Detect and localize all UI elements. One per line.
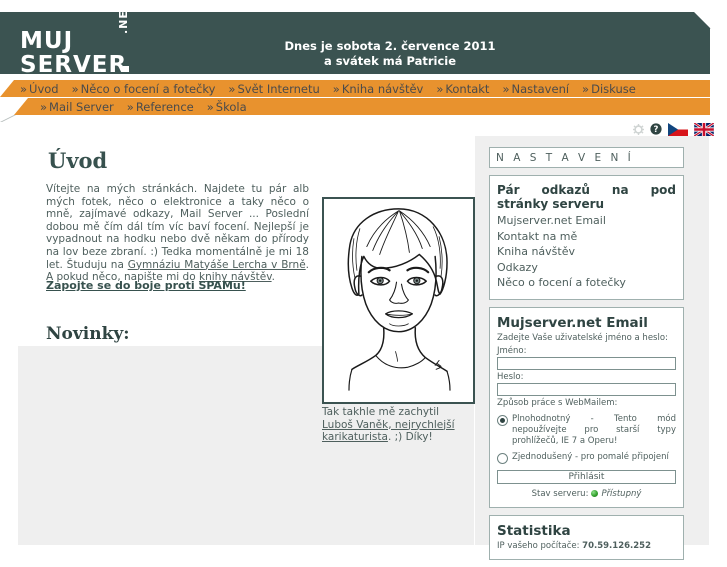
- server-status-value: Přístupný: [601, 488, 642, 499]
- nav-label: Reference: [135, 99, 194, 114]
- ip-line: IP vašeho počítače: 70.59.126.252: [497, 541, 676, 551]
- server-status-label: Stav serveru:: [531, 488, 589, 499]
- chevron-icon: »: [126, 99, 134, 114]
- help-icon[interactable]: ?: [650, 123, 662, 135]
- date-line-1: Dnes je sobota 2. července 2011: [284, 39, 496, 53]
- password-input[interactable]: [497, 382, 676, 396]
- radio-simple-label: Zjednodušený - pro pomalé připojení: [512, 451, 669, 462]
- sidebar-link-kontakt[interactable]: Kontakt na mě: [497, 229, 676, 245]
- logo-line-1: MUJ: [20, 28, 74, 54]
- email-login-panel: Mujserver.net Email Zadejte Vaše uživate…: [489, 306, 684, 508]
- anti-spam-link[interactable]: Zapojte se do boje proti SPAMu!: [46, 279, 246, 292]
- radio-full-input[interactable]: [497, 414, 508, 426]
- logo-line-2: SERVER: [20, 52, 128, 78]
- nav-item-skola[interactable]: » Škola: [207, 100, 247, 114]
- ip-label: IP vašeho počítače:: [497, 540, 583, 551]
- intro-text-1: Vítejte na mých stránkách. Najdete tu pá…: [46, 183, 309, 271]
- nav-item-kniha-navstev[interactable]: » Kniha návštěv: [333, 82, 424, 96]
- webmail-mode-label: Způsob práce s WebMailem:: [497, 397, 618, 408]
- nav-item-kontakt[interactable]: » Kontakt: [436, 82, 489, 96]
- chevron-icon: »: [436, 81, 444, 96]
- email-panel-heading: Mujserver.net Email: [497, 314, 648, 331]
- chevron-icon: »: [20, 81, 28, 96]
- nav-label: Úvod: [29, 81, 59, 96]
- nav-label: Něco o focení a fotečky: [80, 81, 216, 96]
- status-indicator-icon: [591, 490, 599, 497]
- nav-label: Škola: [215, 99, 247, 114]
- radio-option-simple[interactable]: Zjednodušený - pro pomalé připojení: [497, 452, 676, 464]
- nav-label: Kniha návštěv: [341, 81, 424, 96]
- nav-item-reference[interactable]: » Reference: [127, 100, 194, 114]
- nav-items-row-1: » Úvod » Něco o focení a fotečky » Svět Int…: [20, 80, 636, 97]
- svg-text:?: ?: [654, 125, 659, 135]
- chevron-icon: »: [582, 81, 590, 96]
- caricature-portrait: [322, 197, 475, 404]
- chevron-icon: »: [40, 99, 48, 114]
- nav-label: Svět Internetu: [237, 81, 320, 96]
- links-panel-heading: Pár odkazů na pod stránky serveru: [497, 183, 676, 211]
- email-instruction: Zadejte Vaše uživatelské jméno a heslo:: [497, 332, 668, 343]
- statistics-panel: Statistika IP vašeho počítače: 70.59.126…: [489, 514, 684, 560]
- login-submit-button[interactable]: Přihlásit: [497, 469, 676, 484]
- portrait-caption: Tak takhle mě zachytil Luboš Vaněk, nejr…: [322, 406, 472, 444]
- sidebar-link-kniha-navstev[interactable]: Kniha návštěv: [497, 244, 676, 260]
- logo-net-suffix: .NET: [117, 1, 130, 34]
- settings-header-label: N A S T A V E N Í: [496, 151, 634, 164]
- page-title: Úvod: [48, 148, 108, 173]
- nav-label: Nastavení: [511, 81, 570, 96]
- username-label: Jméno:: [497, 345, 527, 356]
- chevron-icon: »: [206, 99, 214, 114]
- sidebar: N A S T A V E N Í Pár odkazů na pod strá…: [489, 147, 684, 567]
- utility-icon-bar: ?: [633, 121, 715, 137]
- sidebar-link-odkazy[interactable]: Odkazy: [497, 260, 676, 276]
- password-label: Heslo:: [497, 371, 524, 382]
- nav-label: Kontakt: [445, 81, 490, 96]
- site-banner: MUJ SERVER .NET Dnes je sobota 2. červen…: [0, 12, 710, 74]
- sidebar-link-email[interactable]: Mujserver.net Email: [497, 213, 676, 229]
- radio-option-full[interactable]: Plnohodnotný - Tento mód nepoužívejte pr…: [497, 414, 676, 447]
- ip-value: 70.59.126.252: [582, 540, 652, 551]
- links-panel: Pár odkazů na pod stránky serveru Mujser…: [489, 175, 684, 300]
- radio-full-label: Plnohodnotný - Tento mód nepoužívejte pr…: [512, 413, 676, 446]
- gear-icon[interactable]: [633, 123, 644, 135]
- radio-simple-input[interactable]: [497, 452, 508, 464]
- banner-date: Dnes je sobota 2. července 2011 a svátek…: [180, 39, 600, 69]
- logo-dot: [123, 66, 129, 72]
- nav-item-diskuse[interactable]: » Diskuse: [582, 82, 636, 96]
- chevron-icon: »: [332, 81, 340, 96]
- intro-text-3: .: [271, 271, 275, 284]
- sidebar-link-foceni[interactable]: Něco o focení a fotečky: [497, 275, 676, 291]
- novinky-heading: Novinky:: [46, 324, 130, 344]
- nav-label: Diskuse: [591, 81, 636, 96]
- username-input[interactable]: [497, 356, 676, 370]
- nav-item-foceni[interactable]: » Něco o focení a fotečky: [72, 82, 216, 96]
- gymnazium-link[interactable]: Gymnáziu Matyáše Lercha v Brně: [128, 259, 306, 271]
- nav-corner-shadow: [0, 115, 16, 122]
- caption-text-1: Tak takhle mě zachytil: [322, 406, 440, 418]
- date-line-2: a svátek má Patricie: [323, 54, 457, 68]
- settings-header-panel: N A S T A V E N Í: [489, 147, 684, 168]
- chevron-icon: »: [502, 81, 510, 96]
- nav-items-row-2: » Mail Server » Reference » Škola: [40, 98, 247, 115]
- uk-flag-icon[interactable]: [693, 121, 715, 137]
- nav-item-nastaveni[interactable]: » Nastavení: [502, 82, 569, 96]
- chevron-icon: »: [228, 81, 236, 96]
- nav-item-svet-internetu[interactable]: » Svět Internetu: [228, 82, 319, 96]
- nav-label: Mail Server: [49, 99, 114, 114]
- caption-text-2: . ;) Díky!: [387, 431, 433, 443]
- chevron-icon: »: [71, 81, 79, 96]
- page-root: MUJ SERVER .NET Dnes je sobota 2. červen…: [0, 0, 727, 560]
- intro-paragraph: Vítejte na mých stránkách. Najdete tu pá…: [46, 183, 309, 284]
- nav-item-uvod[interactable]: » Úvod: [20, 82, 59, 96]
- nav-item-mail-server[interactable]: » Mail Server: [40, 100, 114, 114]
- czech-flag-icon[interactable]: [668, 122, 688, 136]
- site-logo[interactable]: MUJ SERVER .NET: [20, 12, 170, 78]
- server-status: Stav serveru: Přístupný: [497, 489, 676, 499]
- statistics-heading: Statistika: [497, 522, 571, 539]
